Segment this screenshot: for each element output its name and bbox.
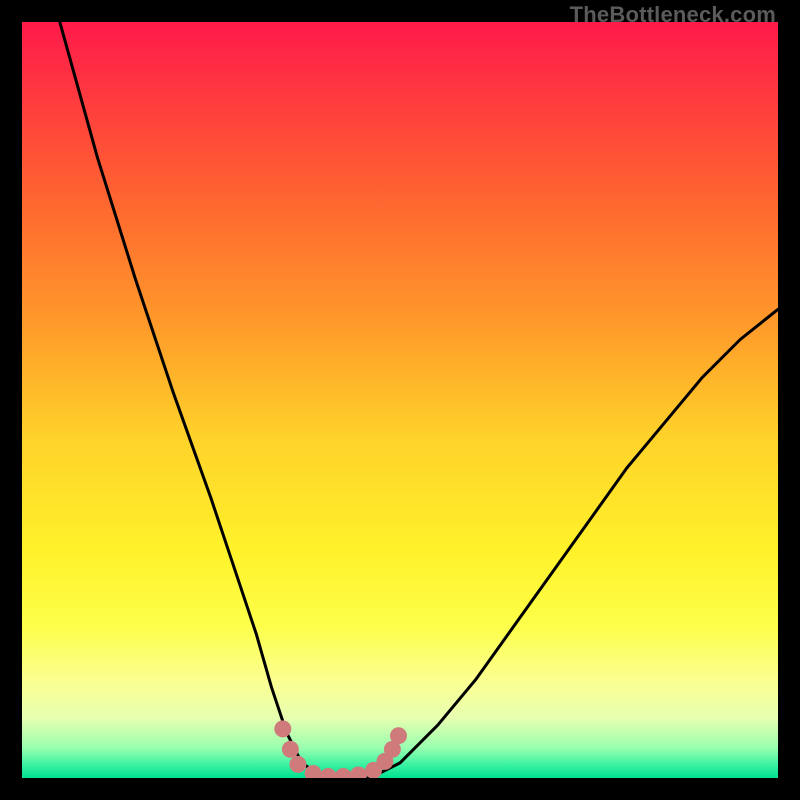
background-gradient [22, 22, 778, 778]
watermark-text: TheBottleneck.com [570, 2, 776, 28]
chart-frame [22, 22, 778, 778]
